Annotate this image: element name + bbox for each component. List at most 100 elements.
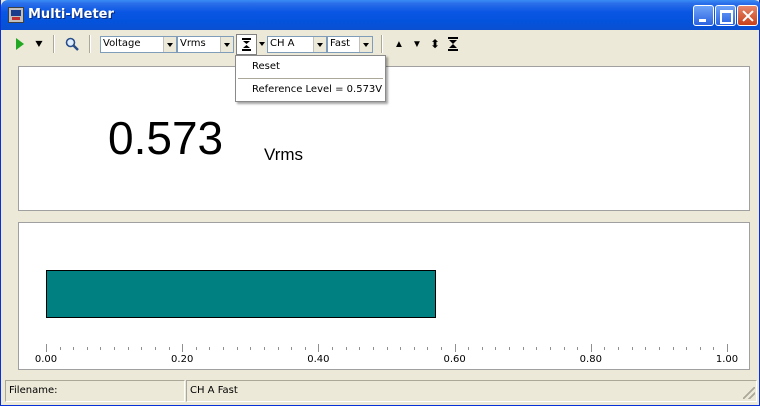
major-tick bbox=[454, 344, 456, 352]
minor-tick bbox=[223, 347, 225, 350]
tick-label: 0.60 bbox=[443, 354, 466, 365]
minor-tick bbox=[427, 347, 429, 350]
multimeter-window: Multi-Meter ⯆ Voltage Vrms CH A Fast ▲ ▼… bbox=[0, 0, 760, 406]
measurement-select[interactable]: Voltage bbox=[100, 36, 177, 53]
minor-tick bbox=[618, 347, 620, 350]
auto-range-button[interactable]: ⬍ bbox=[427, 34, 443, 54]
toolbar-separator bbox=[53, 35, 55, 53]
status-filename: Filename: bbox=[5, 380, 185, 402]
play-icon bbox=[16, 38, 24, 50]
major-tick bbox=[182, 344, 184, 352]
menu-item-reset[interactable]: Reset bbox=[236, 57, 385, 77]
minor-tick bbox=[386, 347, 388, 350]
title-bar[interactable]: Multi-Meter bbox=[1, 0, 760, 30]
close-button[interactable] bbox=[737, 5, 758, 26]
toolbar-separator bbox=[89, 35, 91, 53]
fit-range-icon bbox=[448, 37, 458, 51]
triangle-up-icon: ▲ bbox=[394, 38, 404, 50]
minor-tick bbox=[73, 347, 75, 350]
channel-value: CH A bbox=[270, 38, 295, 49]
status-bar: Filename: CH A Fast bbox=[5, 380, 757, 402]
minor-tick bbox=[468, 347, 470, 350]
range-down-button[interactable]: ▼ bbox=[409, 34, 425, 54]
minor-tick bbox=[577, 347, 579, 350]
reading-value: 0.573 bbox=[108, 112, 224, 164]
minimize-button[interactable] bbox=[693, 5, 714, 26]
zoom-button[interactable] bbox=[63, 34, 81, 54]
minor-tick bbox=[332, 347, 334, 350]
chevron-down-icon[interactable] bbox=[220, 37, 233, 52]
app-icon[interactable] bbox=[8, 7, 24, 23]
measurement-value: Voltage bbox=[103, 38, 141, 49]
minor-tick bbox=[563, 347, 565, 350]
chevron-down-icon[interactable] bbox=[313, 37, 326, 52]
menu-item-reference-level[interactable]: Reference Level = 0.573V bbox=[236, 80, 385, 100]
minor-tick bbox=[400, 347, 402, 350]
reference-button[interactable] bbox=[236, 34, 257, 55]
reference-menu: Reset Reference Level = 0.573V bbox=[235, 55, 386, 102]
tick-label: 0.20 bbox=[171, 354, 194, 365]
chevron-down-icon bbox=[259, 42, 265, 46]
minor-tick bbox=[495, 347, 497, 350]
unit-mode-value: Vrms bbox=[180, 38, 206, 49]
minor-tick bbox=[168, 347, 170, 350]
reference-dropdown-button[interactable] bbox=[258, 34, 266, 54]
stop-button[interactable]: ⯆ bbox=[31, 34, 47, 54]
triangle-down-icon: ▼ bbox=[412, 38, 422, 50]
toolbar-separator bbox=[381, 35, 383, 53]
minor-tick bbox=[195, 347, 197, 350]
minor-tick bbox=[509, 347, 511, 350]
minor-tick bbox=[645, 347, 647, 350]
major-tick bbox=[46, 344, 47, 352]
minor-tick bbox=[345, 347, 347, 350]
minor-tick bbox=[59, 347, 61, 350]
minor-tick bbox=[672, 347, 674, 350]
minor-tick bbox=[481, 347, 483, 350]
minor-tick bbox=[372, 347, 374, 350]
maximize-button[interactable] bbox=[715, 5, 736, 26]
minor-tick bbox=[277, 347, 279, 350]
minor-tick bbox=[440, 347, 442, 350]
range-up-button[interactable]: ▲ bbox=[391, 34, 407, 54]
status-channel-info: CH A Fast bbox=[186, 380, 757, 402]
tick-label: 0.00 bbox=[34, 354, 58, 365]
minor-tick bbox=[631, 347, 633, 350]
up-down-icon: ⬍ bbox=[429, 36, 441, 51]
window-title: Multi-Meter bbox=[28, 7, 114, 22]
chevron-down-icon[interactable] bbox=[359, 37, 372, 52]
channel-select[interactable]: CH A bbox=[267, 36, 327, 53]
tick-label: 1.00 bbox=[715, 354, 739, 365]
minor-tick bbox=[536, 347, 538, 350]
start-button[interactable] bbox=[13, 34, 27, 54]
speed-select[interactable]: Fast bbox=[327, 36, 373, 53]
meter-scale bbox=[46, 344, 728, 355]
minor-tick bbox=[522, 347, 524, 350]
minor-tick bbox=[699, 347, 701, 350]
meter-bar bbox=[46, 270, 436, 318]
minor-tick bbox=[359, 347, 361, 350]
minor-tick bbox=[86, 347, 88, 350]
major-tick bbox=[318, 344, 320, 352]
minor-tick bbox=[686, 347, 688, 350]
set-reference-icon bbox=[242, 38, 251, 51]
unit-mode-select[interactable]: Vrms bbox=[177, 36, 234, 53]
major-tick bbox=[727, 344, 728, 352]
chevron-down-icon[interactable] bbox=[163, 37, 176, 52]
resize-grip[interactable] bbox=[743, 387, 755, 399]
range-fit-button[interactable] bbox=[445, 34, 461, 54]
minor-tick bbox=[549, 347, 551, 350]
minor-tick bbox=[209, 347, 211, 350]
minor-tick bbox=[154, 347, 156, 350]
tick-label: 0.80 bbox=[579, 354, 602, 365]
bar-meter-panel: 0.00 0.20 0.40 0.60 0.80 1.00 bbox=[18, 222, 750, 370]
minor-tick bbox=[413, 347, 415, 350]
magnifier-icon bbox=[65, 37, 79, 51]
minor-tick bbox=[236, 347, 238, 350]
stop-icon: ⯆ bbox=[33, 36, 45, 52]
tick-label: 0.40 bbox=[307, 354, 330, 365]
minor-tick bbox=[263, 347, 265, 350]
menu-separator bbox=[238, 78, 383, 79]
minor-tick bbox=[127, 347, 129, 350]
minor-tick bbox=[291, 347, 293, 350]
minor-tick bbox=[658, 347, 660, 350]
